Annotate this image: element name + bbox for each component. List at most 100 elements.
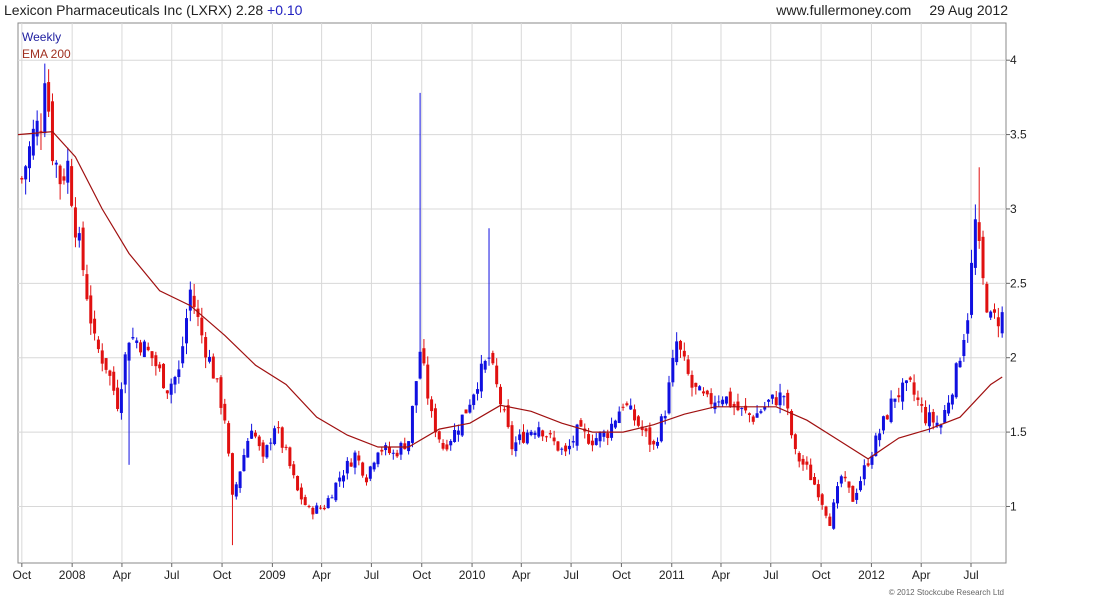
candle-body: [158, 364, 162, 369]
candle-body: [296, 475, 300, 491]
candle-body: [828, 516, 832, 526]
candle-body: [418, 351, 422, 379]
candle-body: [732, 404, 736, 407]
x-tick-label: Oct: [612, 568, 631, 582]
candle-body: [797, 453, 801, 462]
candle-body: [123, 354, 127, 385]
y-tick-label: 2.5: [1010, 276, 1027, 290]
candle-body: [207, 356, 211, 362]
candle-body: [93, 318, 97, 334]
candle-body: [977, 222, 981, 241]
candle-body: [330, 497, 334, 499]
x-tick-label: 2010: [459, 568, 486, 582]
candle-body: [858, 481, 862, 491]
candle-body: [847, 481, 851, 488]
candle-body: [173, 376, 177, 385]
candle-body: [678, 340, 682, 350]
candle-body: [996, 317, 1000, 327]
y-tick-label: 3: [1010, 202, 1017, 216]
candle-body: [901, 382, 905, 402]
candle-body: [104, 358, 108, 370]
candle-body: [920, 404, 924, 406]
candle-body: [380, 449, 384, 452]
candle-body: [518, 434, 522, 441]
candle-body: [453, 430, 457, 442]
x-tick-label: Oct: [812, 568, 831, 582]
candle-body: [219, 377, 223, 408]
candle-body: [288, 447, 292, 467]
candle-body: [656, 441, 660, 446]
candle-body: [644, 428, 648, 432]
plot-area: [17, 22, 1007, 564]
candle-body: [724, 396, 728, 404]
candle-body: [433, 408, 437, 433]
candle-body: [633, 409, 637, 421]
candle-body: [257, 436, 261, 447]
candle-body: [713, 402, 717, 410]
candle-body: [556, 441, 560, 451]
candle-body: [311, 507, 315, 515]
candle-body: [100, 350, 104, 364]
candle-body: [215, 378, 219, 380]
candle-body: [533, 432, 537, 436]
candle-body: [958, 360, 962, 368]
candle-body: [162, 363, 166, 389]
candle-body: [671, 357, 675, 383]
candle-body: [491, 352, 495, 364]
candle-body: [537, 427, 541, 437]
candle-body: [740, 408, 744, 410]
candle-body: [476, 389, 480, 394]
x-tick-label: Oct: [213, 568, 232, 582]
candle-body: [487, 357, 491, 359]
candle-body: [24, 166, 28, 180]
y-tick-label: 4: [1010, 53, 1017, 67]
candle-body: [931, 411, 935, 423]
candle-body: [495, 365, 499, 385]
candle-body: [793, 434, 797, 450]
candle-body: [246, 440, 250, 458]
candle-body: [483, 360, 487, 370]
x-tick-label: Apr: [712, 568, 731, 582]
candle-body: [816, 484, 820, 498]
candle-body: [529, 431, 533, 435]
candle-body: [250, 430, 254, 439]
candle-body: [54, 162, 58, 165]
candle-body: [284, 446, 288, 448]
candle-body: [970, 262, 974, 315]
candle-body: [265, 445, 269, 458]
candle-body: [694, 382, 698, 387]
candle-body: [334, 482, 338, 501]
copyright-note: © 2012 Stockcube Research Ltd: [889, 588, 1004, 597]
legend-ema-200: EMA 200: [22, 47, 71, 61]
candle-body: [613, 420, 617, 428]
candle-body: [27, 146, 31, 169]
candle-body: [269, 442, 273, 444]
candle-body: [200, 317, 204, 336]
x-tick-label: Jul: [763, 568, 778, 582]
candle-body: [449, 441, 453, 446]
candle-body: [801, 458, 805, 465]
candle-body: [805, 461, 809, 465]
candle-body: [188, 289, 192, 311]
candle-body: [943, 410, 947, 423]
candle-body: [625, 403, 629, 406]
candle-body: [326, 498, 330, 509]
candle-body: [843, 476, 847, 479]
candle-body: [606, 433, 610, 439]
candle-body: [648, 427, 652, 445]
candle-body: [292, 464, 296, 476]
candle-body: [866, 463, 870, 466]
x-axis: Oct 2008 Apr Jul Oct 2009 Apr Jul Oct 2010 Apr Jul O…: [12, 563, 979, 582]
candle-body: [587, 434, 591, 444]
candle-body: [560, 448, 564, 450]
candle-body: [824, 506, 828, 516]
candle-body: [954, 363, 958, 398]
y-axis: 1 1.5 2 2.5 3 3.5 4: [1006, 53, 1027, 513]
candle-body: [514, 442, 518, 452]
candle-body: [836, 486, 840, 504]
x-tick-label: Apr: [113, 568, 132, 582]
candle-body: [410, 405, 414, 443]
candle-body: [499, 386, 503, 405]
candle-body: [1000, 312, 1004, 334]
candle-body: [403, 443, 407, 450]
